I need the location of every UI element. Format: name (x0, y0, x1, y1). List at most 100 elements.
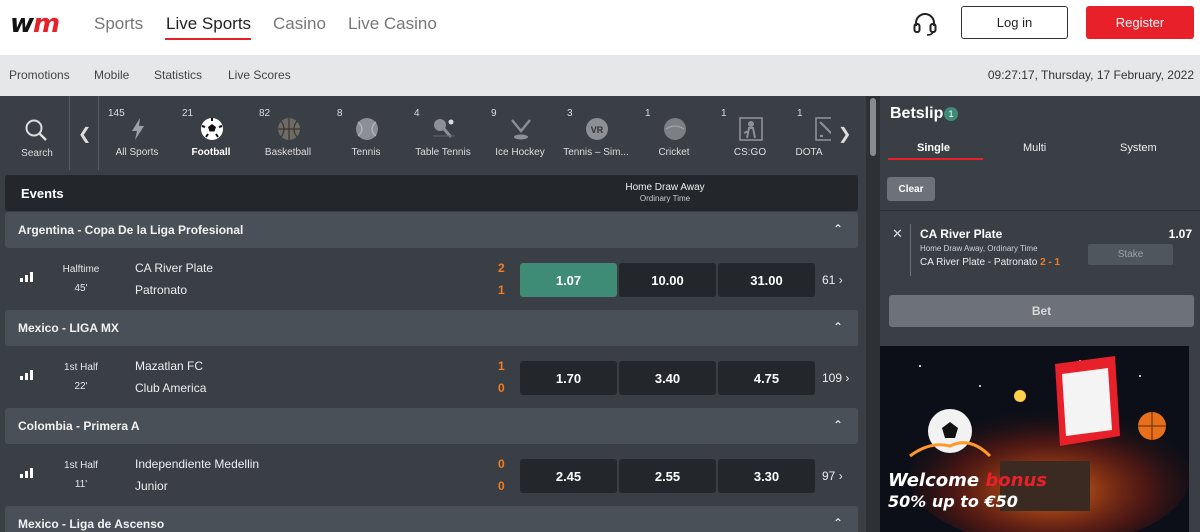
league-header[interactable]: Colombia - Primera A ⌃ (5, 408, 858, 444)
nav-casino[interactable]: Casino (273, 14, 326, 34)
clear-button[interactable]: Clear (887, 177, 935, 201)
nav-live-sports[interactable]: Live Sports (166, 14, 251, 34)
away-team: Junior (135, 479, 168, 493)
sport-count: 3 (567, 108, 573, 119)
odd-draw-button[interactable]: 3.40 (619, 361, 716, 395)
nav-sports[interactable]: Sports (94, 14, 143, 34)
home-team: CA River Plate (135, 261, 214, 275)
away-score: 0 (498, 479, 505, 493)
selection-match-name: CA River Plate - Patronato (920, 257, 1038, 268)
live-stats-icon[interactable] (20, 370, 34, 380)
sport-search-label: Search (21, 148, 53, 159)
events-header: Events Home Draw Away Ordinary Time (5, 175, 858, 211)
subnav-statistics[interactable]: Statistics (154, 68, 202, 82)
sport-label: Basketball (264, 147, 312, 158)
league-header[interactable]: Mexico - LIGA MX ⌃ (5, 310, 858, 346)
banner-headline: Welcome bonus (888, 470, 1047, 491)
odd-draw-button[interactable]: 10.00 (619, 263, 716, 297)
table-tennis-icon (433, 119, 455, 138)
tab-multi[interactable]: Multi (1023, 142, 1046, 154)
close-icon[interactable]: ✕ (892, 226, 903, 242)
subnav-promotions[interactable]: Promotions (9, 68, 70, 82)
headset-icon[interactable] (912, 11, 938, 37)
top-header: wm Sports Live Sports Casino Live Casino… (0, 0, 1200, 55)
sport-label: CS:GO (733, 147, 767, 158)
sport-tab-csgo[interactable]: 1 CS:GO (711, 96, 789, 170)
odd-home-button[interactable]: 2.45 (520, 459, 617, 493)
stake-input[interactable]: Stake (1088, 244, 1173, 265)
selection-score-away: 1 (1054, 257, 1061, 268)
strip-divider (69, 96, 70, 170)
subnav-live-scores[interactable]: Live Scores (228, 68, 291, 82)
more-markets-link[interactable]: 109 › (822, 371, 849, 385)
login-button[interactable]: Log in (961, 6, 1068, 39)
more-markets-link[interactable]: 61 › (822, 273, 843, 287)
sport-label: DOTA (795, 147, 823, 158)
tab-active-underline (888, 158, 983, 160)
sport-tab-all-sports[interactable]: 145 All Sports (98, 96, 176, 170)
sport-tab-table-tennis[interactable]: 4 Table Tennis (404, 96, 482, 170)
sport-count: 1 (797, 108, 803, 119)
match-minute: 11' (74, 479, 88, 490)
selection-divider (910, 224, 911, 276)
sport-tab-basketball[interactable]: 82 Basketball (249, 96, 327, 170)
sport-tab-cricket[interactable]: 1 Cricket (635, 96, 713, 170)
chevron-up-icon[interactable]: ⌃ (833, 222, 843, 236)
sport-tab-ice-hockey[interactable]: 9 Ice Hockey (481, 96, 559, 170)
betslip-count-badge: 1 (944, 107, 958, 121)
match-row[interactable]: 1st Half 11' Independiente Medellin Juni… (5, 444, 858, 506)
sport-tab-dota[interactable]: 1 DOTA (787, 96, 831, 170)
tennis-ball-icon (356, 118, 378, 140)
welcome-bonus-banner[interactable]: Welcome bonus 50% up to €50 (880, 346, 1189, 532)
odd-home-button[interactable]: 1.70 (520, 361, 617, 395)
odd-away-button[interactable]: 4.75 (718, 361, 815, 395)
odd-home-button[interactable]: 1.07 (520, 263, 617, 297)
live-stats-icon[interactable] (20, 272, 34, 282)
betslip-divider (880, 210, 1200, 211)
sport-tab-tennis[interactable]: 8 Tennis (327, 96, 405, 170)
odd-away-button[interactable]: 31.00 (718, 263, 815, 297)
betslip-title: Betslip (890, 105, 944, 122)
odd-draw-button[interactable]: 2.55 (619, 459, 716, 493)
more-markets-count: 109 (822, 371, 843, 385)
nav-live-casino[interactable]: Live Casino (348, 14, 437, 34)
match-minute: 45' (74, 283, 88, 294)
chevron-right-icon: › (838, 469, 843, 483)
selection-score-separator: - (1045, 257, 1055, 268)
match-row[interactable]: 1st Half 22' Mazatlan FC Club America 1 … (5, 346, 858, 408)
league-header[interactable]: Mexico - Liga de Ascenso ⌃ (5, 506, 858, 532)
chevron-up-icon[interactable]: ⌃ (833, 516, 843, 530)
basketball-icon (278, 118, 300, 140)
selection-market: Home Draw Away, Ordinary Time (920, 244, 1038, 253)
live-stats-icon[interactable] (20, 468, 34, 478)
events-scrollbar[interactable] (866, 96, 880, 532)
selection-match: CA River Plate - Patronato 2 - 1 (920, 257, 1060, 268)
match-phase: 1st Half (64, 362, 98, 373)
events-scrollbar-thumb[interactable] (870, 98, 876, 156)
tab-single[interactable]: Single (917, 142, 950, 154)
banner-headline-welcome: Welcome (888, 470, 980, 491)
more-markets-link[interactable]: 97 › (822, 469, 843, 483)
subnav-mobile[interactable]: Mobile (94, 68, 129, 82)
odd-away-button[interactable]: 3.30 (718, 459, 815, 493)
sport-tab-football[interactable]: 21 Football (172, 96, 250, 170)
bet-button[interactable]: Bet (889, 295, 1194, 327)
chevron-up-icon[interactable]: ⌃ (833, 418, 843, 432)
brand-logo[interactable]: wm (10, 9, 60, 39)
league-header[interactable]: Argentina - Copa De la Liga Profesional … (5, 212, 858, 248)
more-markets-count: 61 (822, 273, 836, 287)
banner-headline-bonus: bonus (985, 470, 1047, 491)
chevron-left-icon[interactable]: ❮ (78, 124, 91, 144)
events-title: Events (21, 186, 64, 201)
sub-navigation: Promotions Mobile Statistics Live Scores… (0, 55, 1200, 96)
match-row[interactable]: Halftime 45' CA River Plate Patronato 2 … (5, 248, 858, 310)
chevron-up-icon[interactable]: ⌃ (833, 320, 843, 334)
tab-system[interactable]: System (1120, 142, 1157, 154)
register-button[interactable]: Register (1086, 6, 1194, 39)
football-icon (201, 118, 223, 140)
chevron-right-icon[interactable]: ❯ (838, 124, 851, 144)
cricket-ball-icon (664, 118, 686, 140)
live-events-panel: Search ❮ 145 All Sports 21 Football 82 B… (0, 96, 866, 532)
sport-search[interactable]: Search (14, 96, 60, 170)
sport-tab-tennis-simulated[interactable]: 3 VR Tennis – Sim... (557, 96, 635, 170)
